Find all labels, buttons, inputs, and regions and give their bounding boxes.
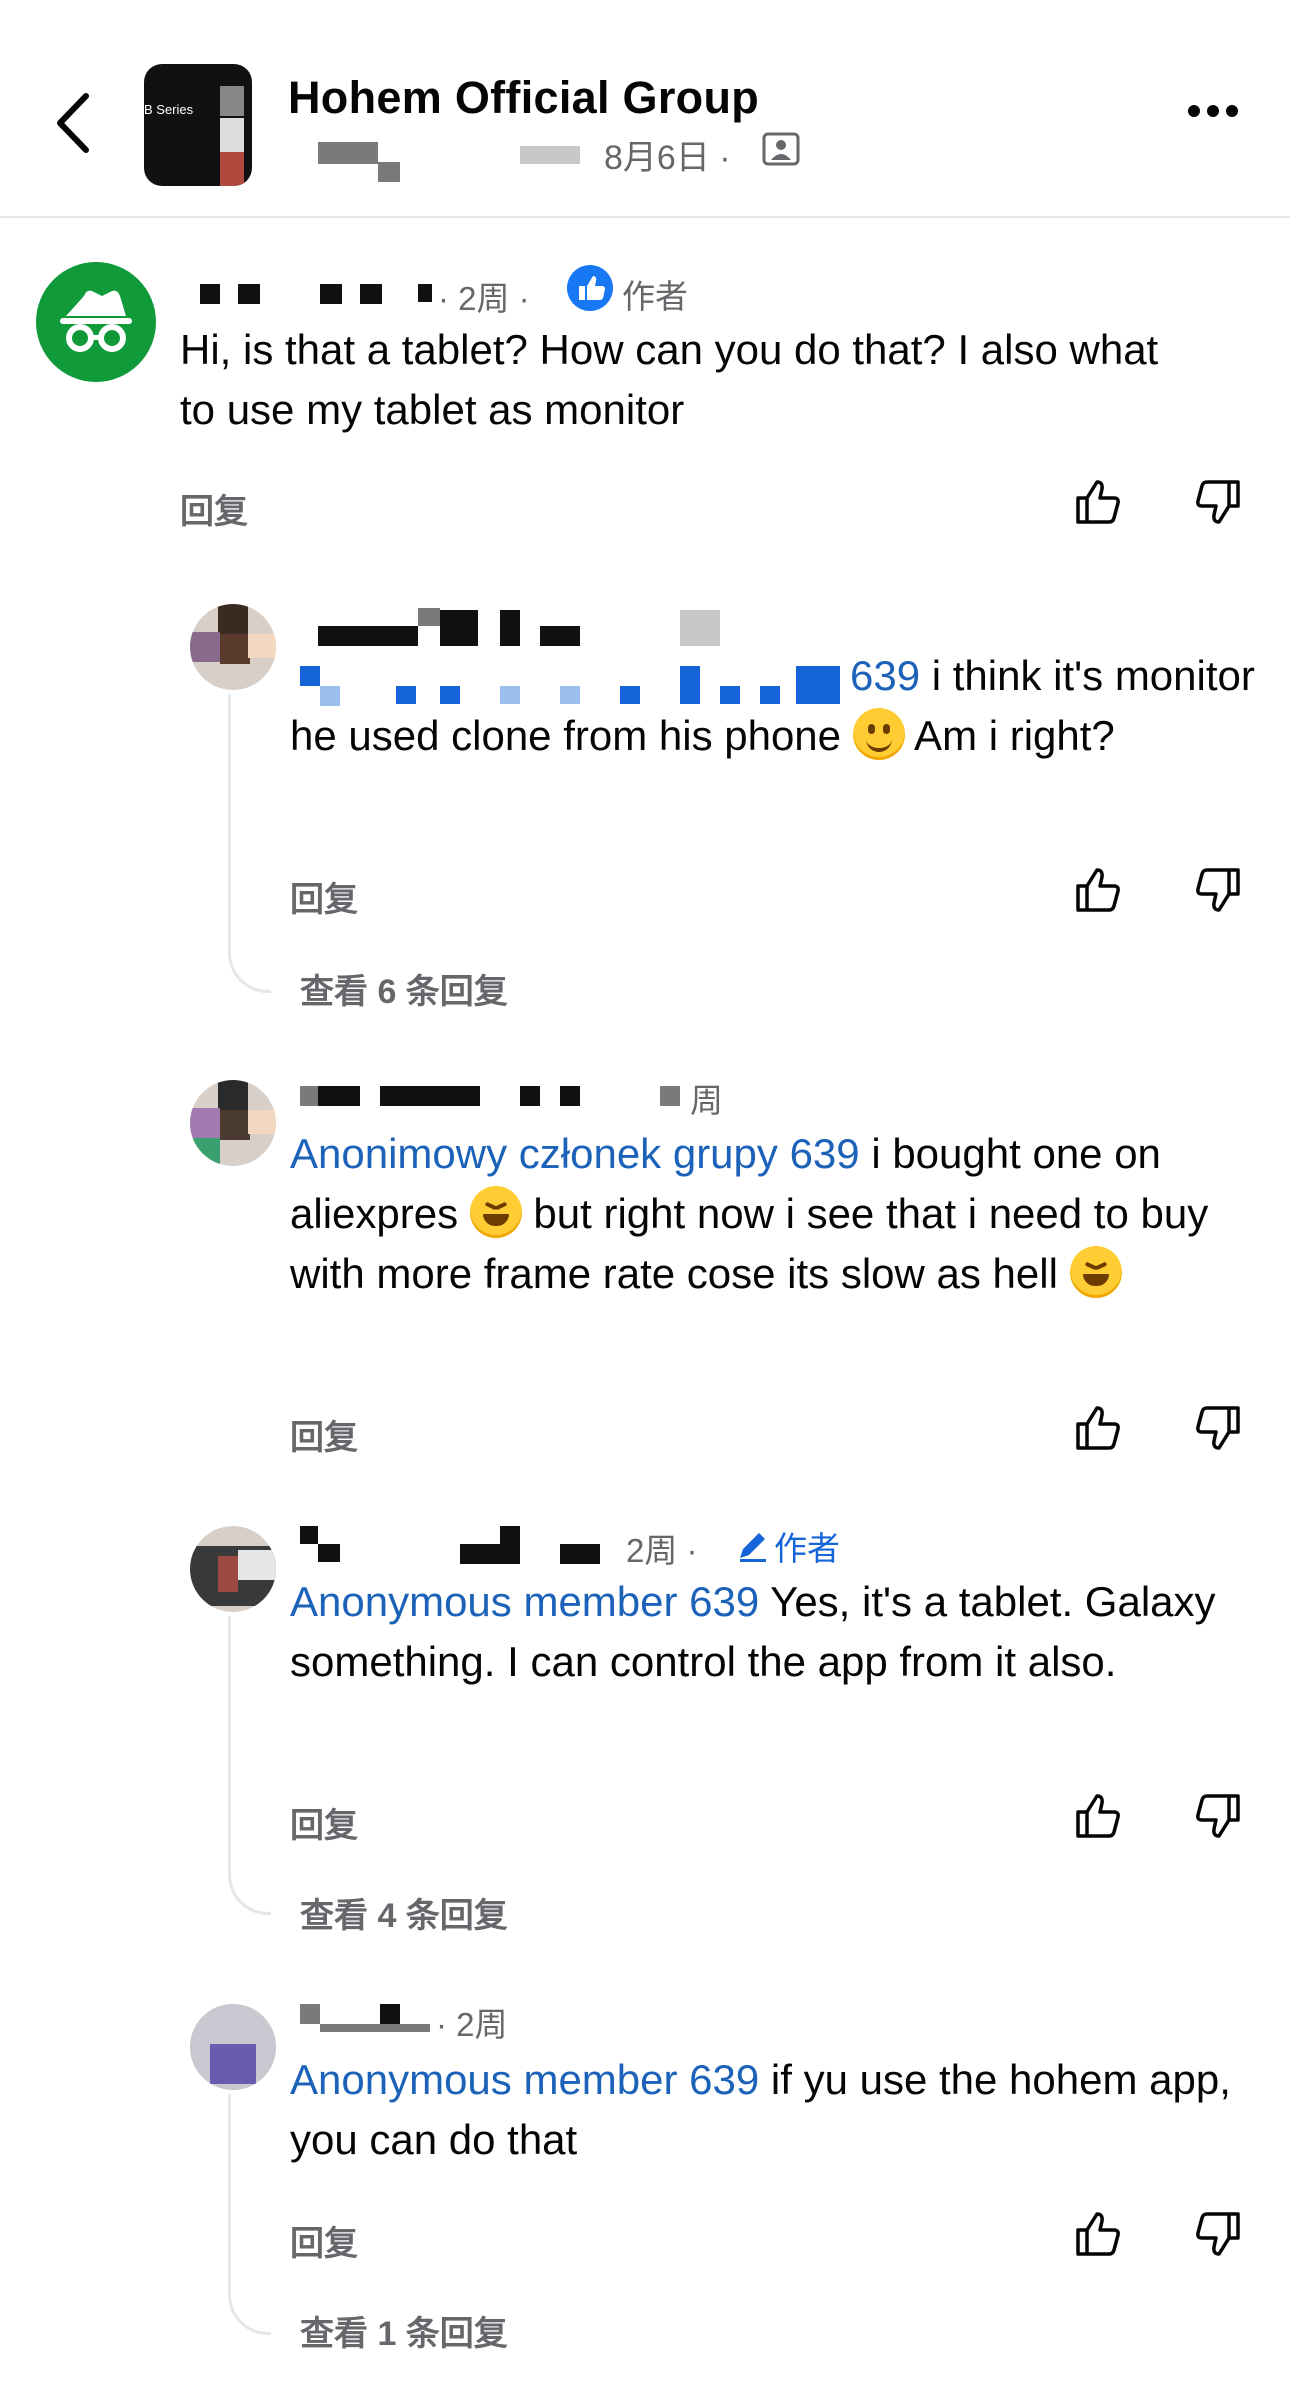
thumbs-down-icon[interactable]: [1192, 2208, 1244, 2260]
view-replies-button[interactable]: 查看 1 条回复: [300, 2306, 508, 2355]
thread-line: [228, 1616, 271, 1915]
chevron-left-icon[interactable]: [48, 88, 108, 158]
group-avatar[interactable]: B Series: [144, 64, 252, 186]
top-bar: B Series Hohem Official Group 8月6日 ·: [0, 0, 1290, 218]
mention-link[interactable]: Anonymous member 639: [290, 2056, 759, 2103]
laughing-emoji: [1069, 1246, 1122, 1298]
group-title[interactable]: Hohem Official Group: [288, 72, 759, 124]
pencil-icon: [740, 1533, 766, 1562]
mention-link[interactable]: Anonimowy członek grupy 639: [290, 1130, 860, 1177]
more-horizontal-icon[interactable]: [1188, 104, 1245, 122]
anonymous-avatar[interactable]: [36, 262, 156, 382]
incognito-icon: [60, 290, 132, 352]
avatar[interactable]: [190, 1080, 276, 1166]
smiling-emoji: [852, 708, 905, 760]
thumbs-up-badge-icon: [567, 265, 613, 311]
group-avatar-label: B Series: [144, 102, 194, 117]
comment-text: Anonymous member 639 Yes, it's a tablet.…: [290, 1578, 1216, 1685]
comment-text: Anonimowy członek grupy 639 i bought one…: [290, 1130, 1209, 1298]
redacted-name: [200, 284, 220, 304]
thumbs-up-icon[interactable]: [1072, 1402, 1124, 1454]
reply-button[interactable]: 回复: [290, 872, 358, 921]
comment-time: 2周 ·: [626, 1532, 698, 1569]
comment-text: Hi, is that a tablet? How can you do tha…: [180, 326, 1159, 433]
reply-button[interactable]: 回复: [290, 1410, 358, 1459]
group-privacy-icon: [762, 132, 800, 166]
thumbs-down-icon[interactable]: [1192, 864, 1244, 916]
thread-line: [228, 694, 271, 993]
mention-link[interactable]: Anonymous member 639: [290, 1578, 759, 1625]
avatar[interactable]: [190, 2004, 276, 2090]
comment-text: Anonymous member 639 if yu use the hohem…: [290, 2056, 1231, 2163]
comment-time: 周: [690, 1082, 723, 1119]
view-replies-button[interactable]: 查看 6 条回复: [300, 964, 508, 1013]
comment-text: 639 i think it's monitor he used clone f…: [290, 652, 1255, 760]
author-badge: 作者: [622, 278, 688, 315]
view-replies-button[interactable]: 查看 4 条回复: [300, 1888, 508, 1937]
comment-time: · 2周 ·: [438, 280, 530, 317]
reply-button[interactable]: 回复: [290, 1798, 358, 1847]
thumbs-down-icon[interactable]: [1192, 476, 1244, 528]
thumbs-up-icon[interactable]: [1072, 476, 1124, 528]
post-date: 8月6日 ·: [604, 139, 731, 177]
mention-link[interactable]: 639: [850, 652, 920, 699]
thumbs-down-icon[interactable]: [1192, 1790, 1244, 1842]
thumbs-up-icon[interactable]: [1072, 1790, 1124, 1842]
author-badge: 作者: [774, 1530, 840, 1567]
comment-time: · 2周: [436, 2006, 508, 2043]
thumbs-down-icon[interactable]: [1192, 1402, 1244, 1454]
redacted-name: [318, 142, 378, 164]
thread-line: [228, 2094, 271, 2335]
avatar[interactable]: [190, 1526, 276, 1612]
thumbs-up-icon[interactable]: [1072, 2208, 1124, 2260]
thumbs-up-icon[interactable]: [1072, 864, 1124, 916]
avatar[interactable]: [190, 604, 276, 690]
reply-button[interactable]: 回复: [180, 484, 248, 533]
reply-button[interactable]: 回复: [290, 2216, 358, 2265]
laughing-emoji: [469, 1186, 522, 1238]
